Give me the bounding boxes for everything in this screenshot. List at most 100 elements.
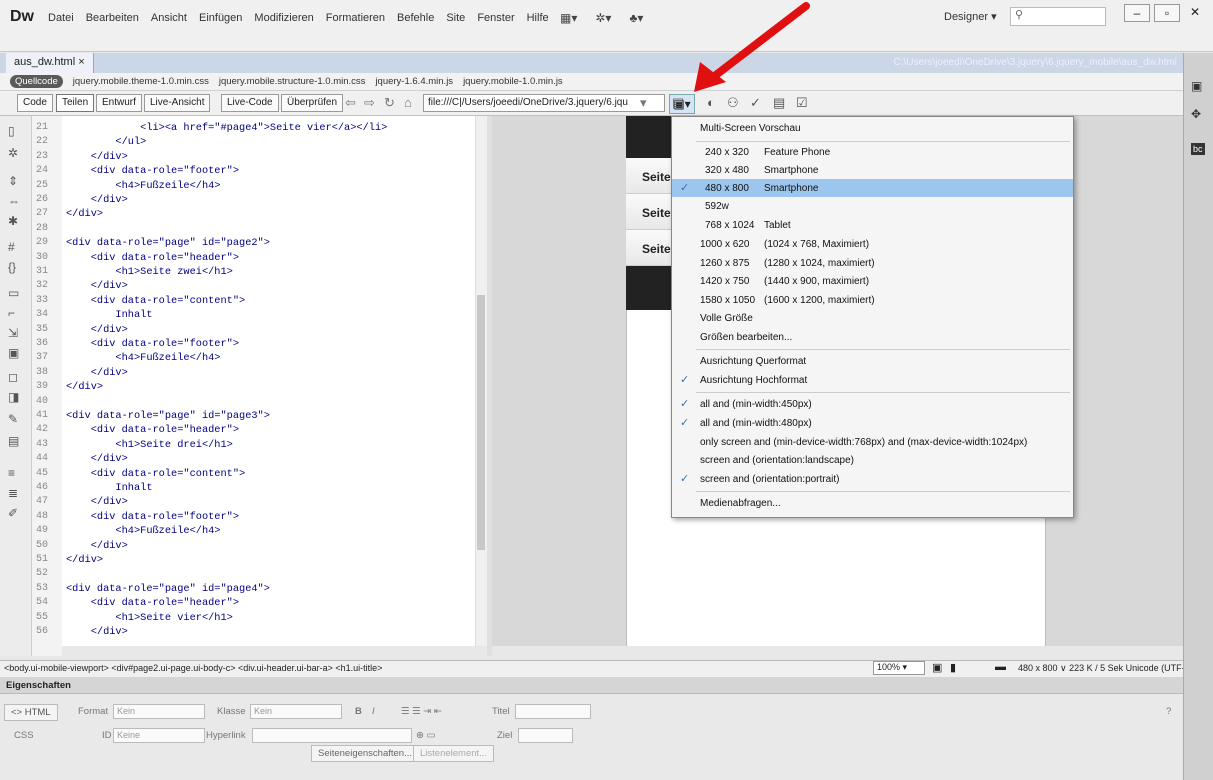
size-option[interactable]: 592w [672,197,1073,215]
code-line[interactable]: <h4>Fußzeile</h4> [66,180,220,192]
menu-hilfe[interactable]: Hilfe [521,12,555,24]
code-line[interactable]: <div data-role="header"> [66,424,239,436]
media-query-option[interactable]: ✓ screen and (orientation:portrait) [672,470,1073,488]
bold-icon[interactable]: B [355,706,362,717]
window-size-info[interactable]: 480 x 800 ∨ 223 K / 5 Sek Unicode (UTF-8… [1018,663,1193,674]
tag-selector[interactable]: <body.ui-mobile-viewport> <div#page2.ui-… [4,663,382,673]
forward-icon[interactable]: ⇨ [364,95,375,111]
source-code-file[interactable]: Quellcode [10,75,63,88]
code-line[interactable]: </div> [66,324,128,336]
apply-comment-icon[interactable]: ◨ [8,390,19,404]
menu-fenster[interactable]: Fenster [471,12,520,24]
line-numbers-icon[interactable]: # [8,240,15,254]
size-option[interactable]: 768 x 1024 Tablet [672,216,1073,234]
css-mode-button[interactable]: CSS [14,730,34,741]
class-select[interactable]: Kein [250,704,342,719]
code-line[interactable]: </div> [66,626,128,638]
code-line[interactable]: </ul> [66,136,146,148]
orientation-portrait[interactable]: ✓ Ausrichtung Hochformat [672,371,1073,389]
size-option[interactable]: 1420 x 750 (1440 x 900, maximiert) [672,272,1073,290]
code-scroll-thumb[interactable] [477,295,485,550]
title-field[interactable] [515,704,591,719]
size-option[interactable]: 240 x 320 Feature Phone [672,143,1073,161]
format-select[interactable]: Kein [113,704,205,719]
tablet-icon[interactable]: ▮ [950,661,956,674]
code-line[interactable]: <div data-role="footer"> [66,338,239,350]
refresh-icon[interactable]: ↻ [384,95,395,111]
code-line[interactable]: <div data-role="content"> [66,295,246,307]
minimize-icon[interactable]: – [1124,4,1150,22]
code-line[interactable]: <div data-role="footer"> [66,165,239,177]
menu-site[interactable]: Site [440,12,471,24]
syntax-icon[interactable]: {} [8,260,16,274]
comment-icon[interactable]: ▭ [8,286,19,300]
close-icon[interactable]: ✕ [1184,4,1206,22]
preview-icon[interactable]: ◐ [707,95,715,110]
italic-icon[interactable]: I [372,706,375,717]
code-line[interactable]: <div data-role="header"> [66,252,239,264]
code-line[interactable]: Inhalt [66,309,152,321]
check-page-icon[interactable]: ☑ [796,95,808,111]
menu-modifizieren[interactable]: Modifizieren [248,12,319,24]
related-file[interactable]: jquery.mobile.theme-1.0.min.css [73,76,209,87]
settings-icon[interactable]: ✲▾ [595,11,611,25]
assets-panel-icon[interactable]: ✥ [1191,107,1201,121]
code-line[interactable]: </div> [66,554,103,566]
device-icon[interactable]: ▣ [932,661,942,674]
design-view-button[interactable]: Entwurf [96,94,142,112]
link-field[interactable] [252,728,412,743]
list-icons[interactable]: ☰ ☰ ⇥ ⇤ [401,706,442,717]
code-line[interactable]: <h1>Seite drei</h1> [66,439,232,451]
size-option[interactable]: 320 x 480 Smartphone [672,161,1073,179]
code-line[interactable]: </div> [66,280,128,292]
code-line[interactable]: <h1>Seite zwei</h1> [66,266,232,278]
workspace-switcher[interactable]: Designer ▾ [944,10,997,23]
menu-befehle[interactable]: Befehle [391,12,440,24]
menu-datei[interactable]: Datei [42,12,80,24]
validate-icon[interactable]: ✓ [750,95,761,111]
html-mode-button[interactable]: <> HTML [4,704,58,721]
inspect-button[interactable]: Überprüfen [281,94,344,112]
code-line[interactable]: </div> [66,496,128,508]
page-icon[interactable]: ▤ [672,95,684,111]
code-line[interactable]: </div> [66,367,128,379]
show-tags-icon[interactable]: ✲ [8,146,18,160]
open-documents-icon[interactable]: ▯ [8,124,15,138]
edit-sizes-option[interactable]: Größen bearbeiten... [672,328,1073,346]
files-panel-icon[interactable]: ▣ [1191,79,1202,93]
remove-comment-icon[interactable]: ✎ [8,412,18,426]
media-query-option[interactable]: screen and (orientation:landscape) [672,451,1073,469]
size-option-selected[interactable]: ✓ 480 x 800 Smartphone [672,179,1073,197]
live-view-button[interactable]: Live-Ansicht [144,94,211,112]
layout-icon[interactable]: ▦▾ [560,11,577,25]
code-view-button[interactable]: Code [17,94,53,112]
snippet-icon[interactable]: ⇲ [8,326,18,340]
related-file[interactable]: jquery.mobile-1.0.min.js [463,76,563,87]
back-icon[interactable]: ⇦ [345,95,356,111]
code-line[interactable]: Inhalt [66,482,152,494]
code-line[interactable]: <h4>Fußzeile</h4> [66,525,220,537]
code-line[interactable]: </div> [66,453,128,465]
point-to-file-icon[interactable]: ⊕ ▭ [416,730,436,741]
tools-icon[interactable]: ✐ [8,506,18,520]
menu-bearbeiten[interactable]: Bearbeiten [80,12,145,24]
code-line[interactable]: <h4>Fußzeile</h4> [66,352,220,364]
code-line[interactable]: </div> [66,194,128,206]
menu-einfuegen[interactable]: Einfügen [193,12,248,24]
media-query-option[interactable]: ✓ all and (min-width:480px) [672,414,1073,432]
format-source-icon[interactable]: ≣ [8,486,18,500]
tab-close-icon[interactable]: × [78,56,84,68]
related-file[interactable]: jquery.mobile.structure-1.0.min.css [219,76,366,87]
balance-icon[interactable]: ◻ [8,370,18,384]
page-properties-button[interactable]: Seiteneigenschaften... [311,745,420,762]
id-select[interactable]: Keine [113,728,205,743]
size-option[interactable]: 1000 x 620 (1024 x 768, Maximiert) [672,235,1073,253]
menu-ansicht[interactable]: Ansicht [145,12,193,24]
visual-aids-icon[interactable]: ▤ [773,95,785,111]
menu-formatieren[interactable]: Formatieren [320,12,391,24]
address-field[interactable]: file:///C|/Users/joeedi/OneDrive/3.jquer… [423,94,665,112]
search-input[interactable]: ⚲ [1010,7,1106,26]
code-line[interactable]: </div> [66,208,103,220]
address-dropdown-icon[interactable]: ▾ [640,95,647,111]
code-line[interactable]: <div data-role="page" id="page2"> [66,237,270,249]
